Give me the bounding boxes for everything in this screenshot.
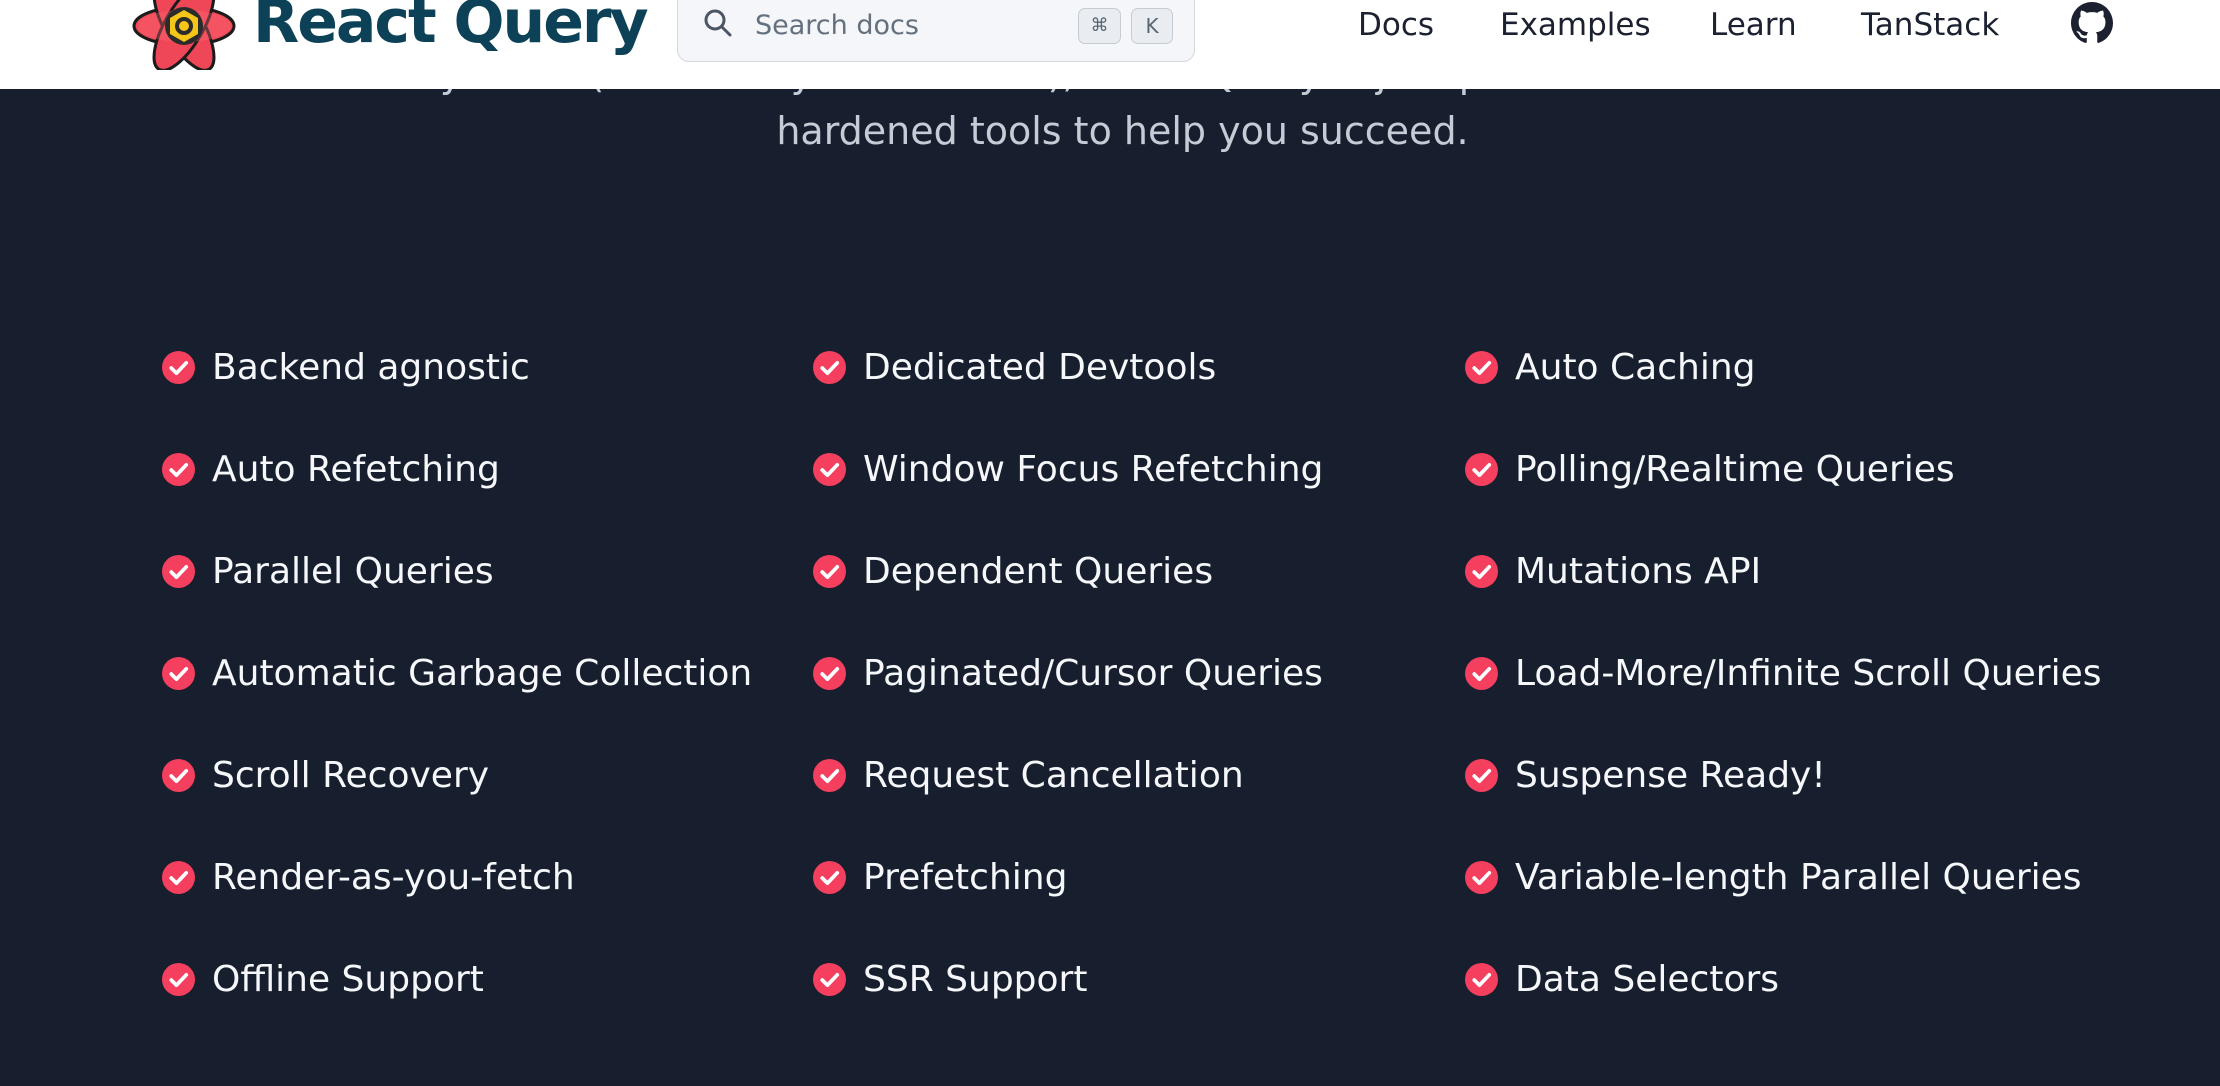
check-circle-icon (1465, 453, 1498, 486)
feature-item: Request Cancellation (813, 748, 1453, 850)
nav-learn[interactable]: Learn (1710, 4, 1797, 46)
feature-item: Auto Refetching (162, 442, 802, 544)
feature-label: Parallel Queries (212, 551, 494, 592)
check-circle-icon (1465, 351, 1498, 384)
feature-label: Request Cancellation (863, 755, 1244, 796)
feature-item: Load-More/Infinite Scroll Queries (1465, 646, 2105, 748)
shortcut-key-cmd: ⌘ (1078, 8, 1121, 44)
check-circle-icon (162, 453, 195, 486)
nav-tanstack[interactable]: TanStack (1861, 4, 1999, 46)
top-navbar: React Query Search docs ⌘ K Docs Example… (0, 0, 2220, 89)
feature-label: Dependent Queries (863, 551, 1214, 592)
search-placeholder: Search docs (755, 10, 919, 41)
feature-item: Polling/Realtime Queries (1465, 442, 2105, 544)
react-atom-logo-icon[interactable] (130, 0, 238, 70)
feature-item: Window Focus Refetching (813, 442, 1453, 544)
feature-item: SSR Support (813, 952, 1453, 1054)
feature-column-3: Auto Caching Polling/Realtime Queries Muta… (1465, 340, 2105, 1054)
feature-label: Scroll Recovery (212, 755, 490, 796)
nav-docs[interactable]: Docs (1358, 4, 1434, 46)
check-circle-icon (162, 555, 195, 588)
check-circle-icon (813, 759, 846, 792)
feature-label: Load-More/Infinite Scroll Queries (1515, 653, 2102, 694)
check-circle-icon (813, 963, 846, 996)
check-circle-icon (813, 453, 846, 486)
intro-line-2: hardened tools to help you succeed. (776, 109, 1469, 153)
feature-item: Mutations API (1465, 544, 2105, 646)
feature-label: Offline Support (212, 959, 484, 1000)
feature-label: Variable-length Parallel Queries (1515, 857, 2082, 898)
feature-label: Auto Caching (1515, 347, 1756, 388)
search-icon (704, 9, 732, 37)
feature-column-2: Dedicated Devtools Window Focus Refetchin… (813, 340, 1453, 1054)
check-circle-icon (1465, 657, 1498, 690)
feature-label: Paginated/Cursor Queries (863, 653, 1323, 694)
feature-item: Suspense Ready! (1465, 748, 2105, 850)
feature-label: Window Focus Refetching (863, 449, 1324, 490)
check-circle-icon (162, 861, 195, 894)
feature-item: Offline Support (162, 952, 802, 1054)
feature-item: Auto Caching (1465, 340, 2105, 442)
feature-label: Suspense Ready! (1515, 755, 1826, 796)
feature-item: Data Selectors (1465, 952, 2105, 1054)
feature-label: Polling/Realtime Queries (1515, 449, 1955, 490)
feature-column-1: Backend agnostic Auto Refetching Parallel … (162, 340, 802, 1054)
feature-item: Render-as-you-fetch (162, 850, 802, 952)
feature-item: Dedicated Devtools (813, 340, 1453, 442)
check-circle-icon (162, 351, 195, 384)
feature-label: Dedicated Devtools (863, 347, 1217, 388)
check-circle-icon (1465, 759, 1498, 792)
check-circle-icon (813, 351, 846, 384)
brand-name[interactable]: React Query (253, 0, 649, 62)
feature-item: Automatic Garbage Collection (162, 646, 802, 748)
feature-item: Prefetching (813, 850, 1453, 952)
feature-item: Backend agnostic (162, 340, 802, 442)
check-circle-icon (1465, 861, 1498, 894)
feature-list: Backend agnostic Auto Refetching Parallel … (0, 0, 2220, 1086)
feature-label: Render-as-you-fetch (212, 857, 575, 898)
nav-examples[interactable]: Examples (1500, 4, 1651, 46)
github-icon[interactable] (2071, 2, 2113, 44)
feature-item: Parallel Queries (162, 544, 802, 646)
check-circle-icon (813, 861, 846, 894)
check-circle-icon (1465, 963, 1498, 996)
feature-item: Paginated/Cursor Queries (813, 646, 1453, 748)
feature-label: Auto Refetching (212, 449, 500, 490)
shortcut-key-k: K (1131, 8, 1173, 44)
feature-item: Scroll Recovery (162, 748, 802, 850)
feature-label: SSR Support (863, 959, 1088, 1000)
feature-label: Automatic Garbage Collection (212, 653, 753, 694)
check-circle-icon (162, 963, 195, 996)
feature-item: Dependent Queries (813, 544, 1453, 646)
check-circle-icon (813, 657, 846, 690)
feature-label: Backend agnostic (212, 347, 530, 388)
feature-label: Mutations API (1515, 551, 1762, 592)
feature-label: Data Selectors (1515, 959, 1780, 1000)
feature-item: Variable-length Parallel Queries (1465, 850, 2105, 952)
check-circle-icon (813, 555, 846, 588)
check-circle-icon (162, 759, 195, 792)
search-input[interactable]: Search docs ⌘ K (677, 0, 1195, 62)
feature-label: Prefetching (863, 857, 1068, 898)
check-circle-icon (162, 657, 195, 690)
check-circle-icon (1465, 555, 1498, 588)
